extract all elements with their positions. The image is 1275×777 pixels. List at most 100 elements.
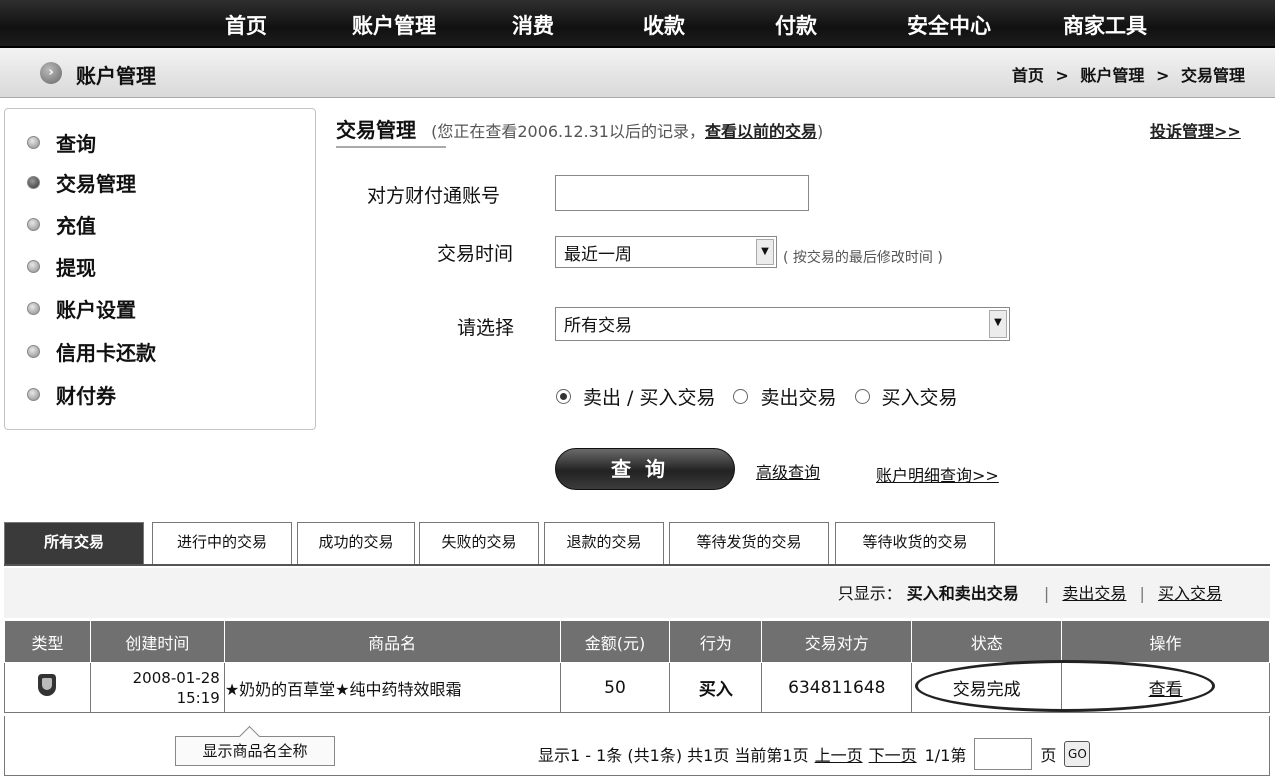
breadcrumb-sep: > bbox=[1055, 66, 1069, 85]
sidebar-item-label: 账户设置 bbox=[56, 297, 136, 322]
nav-pay[interactable]: 付款 bbox=[775, 10, 817, 40]
pagination: 显示1 - 1条 (共1条) 共1页 当前第1页 上一页 下一页 1/1第 页 … bbox=[538, 738, 1091, 770]
bullet-icon bbox=[27, 259, 40, 273]
sidebar-item-trade[interactable]: 交易管理 bbox=[27, 167, 136, 197]
filter-current: 买入和卖出交易 bbox=[906, 584, 1019, 603]
nav-security[interactable]: 安全中心 bbox=[907, 10, 991, 40]
time-select-value: 最近一周 bbox=[564, 245, 632, 265]
radio-label: 卖出交易 bbox=[760, 387, 837, 409]
breadcrumb-home[interactable]: 首页 bbox=[1012, 66, 1044, 85]
complaint-link[interactable]: 投诉管理>> bbox=[1150, 118, 1241, 142]
pager-position: 1/1第 bbox=[924, 746, 967, 765]
time-select[interactable]: 最近一周 ▼ bbox=[555, 236, 777, 268]
table-row: 2008-01-28 15:19 ★奶奶的百草堂★纯中药特效眼霜 50 买入 63… bbox=[4, 662, 1270, 713]
shield-icon bbox=[38, 674, 57, 696]
radio-both[interactable]: 卖出 / 买入交易 bbox=[556, 383, 715, 410]
sidebar-item-label: 提现 bbox=[56, 255, 96, 280]
title-underline bbox=[336, 146, 446, 148]
filter-sell-link[interactable]: 卖出交易 bbox=[1062, 584, 1126, 603]
time-label: 交易时间 bbox=[437, 243, 514, 265]
sidebar-item-query[interactable]: 查询 bbox=[27, 127, 96, 157]
panel-title: 交易管理 bbox=[336, 118, 416, 142]
filter-options: 只显示： 买入和卖出交易 | 卖出交易 | 买入交易 bbox=[838, 580, 1222, 604]
account-detail-link[interactable]: 账户明细查询>> bbox=[876, 462, 999, 486]
bullet-icon bbox=[27, 175, 40, 189]
action-cell: 买入 bbox=[669, 662, 763, 713]
sidebar-item-withdraw[interactable]: 提现 bbox=[27, 251, 96, 281]
page-title: 账户管理 bbox=[76, 64, 156, 88]
radio-buy[interactable]: 买入交易 bbox=[854, 383, 958, 410]
tab-await-receive[interactable]: 等待收货的交易 bbox=[835, 522, 995, 564]
sidebar-item-credit[interactable]: 信用卡还款 bbox=[27, 336, 156, 366]
created-cell: 2008-01-28 15:19 bbox=[89, 662, 225, 713]
sidebar-item-label: 充值 bbox=[56, 213, 96, 238]
sidebar-item-settings[interactable]: 账户设置 bbox=[27, 293, 136, 323]
account-label: 对方财付通账号 bbox=[367, 185, 501, 207]
view-link[interactable]: 查看 bbox=[1149, 680, 1183, 700]
radio-icon bbox=[556, 389, 571, 404]
filter-sep: | bbox=[1043, 584, 1050, 603]
radio-label: 卖出 / 买入交易 bbox=[583, 387, 716, 409]
nav-account[interactable]: 账户管理 bbox=[352, 10, 436, 40]
show-full-name-tooltip[interactable]: 显示商品名全称 bbox=[175, 736, 335, 766]
tab-refund[interactable]: 退款的交易 bbox=[544, 522, 664, 564]
pager-summary: 显示1 - 1条 (共1条) 共1页 当前第1页 bbox=[538, 746, 809, 765]
status-cell: 交易完成 bbox=[911, 662, 1063, 713]
sidebar-item-recharge[interactable]: 充值 bbox=[27, 209, 96, 239]
tab-success[interactable]: 成功的交易 bbox=[297, 522, 415, 564]
title-bar: › 账户管理 首页 > 账户管理 > 交易管理 bbox=[0, 48, 1275, 98]
chevron-down-icon: ▼ bbox=[989, 310, 1007, 338]
go-button[interactable]: GO bbox=[1064, 741, 1091, 767]
advanced-query-link[interactable]: 高级查询 bbox=[756, 459, 820, 483]
trade-tabs: 所有交易 进行中的交易 成功的交易 失败的交易 退款的交易 等待发货的交易 等待… bbox=[4, 520, 1270, 566]
col-amount: 金额(元) bbox=[559, 620, 671, 663]
note-text: (您正在查看2006.12.31以后的记录， bbox=[431, 122, 705, 141]
sidebar-item-coupon[interactable]: 财付券 bbox=[27, 379, 116, 409]
col-party: 交易对方 bbox=[761, 620, 913, 663]
chevron-down-icon: ▼ bbox=[756, 239, 774, 265]
next-page-link[interactable]: 下一页 bbox=[869, 742, 917, 766]
nav-receive[interactable]: 收款 bbox=[643, 10, 685, 40]
bullet-icon bbox=[27, 387, 40, 401]
page-suffix: 页 bbox=[1040, 746, 1057, 765]
nav-merchant[interactable]: 商家工具 bbox=[1063, 10, 1147, 40]
nav-home[interactable]: 首页 bbox=[225, 10, 267, 40]
type-select[interactable]: 所有交易 ▼ bbox=[555, 307, 1010, 341]
bullet-icon bbox=[27, 344, 40, 358]
tab-in-progress[interactable]: 进行中的交易 bbox=[152, 522, 292, 564]
radio-sell[interactable]: 卖出交易 bbox=[733, 383, 837, 410]
tab-failed[interactable]: 失败的交易 bbox=[419, 522, 539, 564]
breadcrumb-account[interactable]: 账户管理 bbox=[1080, 66, 1144, 85]
col-product: 商品名 bbox=[223, 620, 561, 663]
query-button[interactable]: 查询 bbox=[555, 448, 735, 490]
bullet-icon bbox=[27, 135, 40, 149]
tab-await-ship[interactable]: 等待发货的交易 bbox=[669, 522, 829, 564]
radio-icon bbox=[733, 389, 749, 404]
page-number-input[interactable] bbox=[974, 738, 1033, 770]
type-select-value: 所有交易 bbox=[564, 316, 632, 336]
breadcrumb-current: 交易管理 bbox=[1180, 66, 1245, 85]
radio-label: 买入交易 bbox=[881, 387, 958, 409]
account-input[interactable] bbox=[555, 175, 809, 211]
table-header: 类型 创建时间 商品名 金额(元) 行为 交易对方 状态 操作 bbox=[4, 620, 1270, 663]
col-type: 类型 bbox=[4, 620, 91, 663]
trade-table: 类型 创建时间 商品名 金额(元) 行为 交易对方 状态 操作 2008-01-… bbox=[4, 620, 1270, 713]
col-created: 创建时间 bbox=[89, 620, 225, 663]
sidebar-item-label: 财付券 bbox=[56, 383, 116, 408]
nav-consume[interactable]: 消费 bbox=[512, 10, 554, 40]
created-time: 15:19 bbox=[176, 688, 220, 707]
sidebar-item-label: 交易管理 bbox=[56, 171, 136, 196]
radio-icon bbox=[854, 389, 870, 404]
time-hint: ( 按交易的最后修改时间 ) bbox=[783, 250, 943, 266]
product-cell[interactable]: ★奶奶的百草堂★纯中药特效眼霜 bbox=[223, 662, 561, 713]
bullet-icon bbox=[27, 301, 40, 315]
prev-page-link[interactable]: 上一页 bbox=[815, 742, 863, 766]
filter-sep: | bbox=[1139, 584, 1145, 603]
panel-note: (您正在查看2006.12.31以后的记录，查看以前的交易) bbox=[431, 122, 823, 141]
history-link[interactable]: 查看以前的交易 bbox=[705, 122, 817, 141]
tab-all[interactable]: 所有交易 bbox=[4, 522, 144, 564]
panel-header: 交易管理 (您正在查看2006.12.31以后的记录，查看以前的交易) bbox=[336, 114, 823, 143]
filter-buy-link[interactable]: 买入交易 bbox=[1158, 584, 1222, 603]
breadcrumb-sep: > bbox=[1156, 66, 1170, 85]
party-cell: 634811648 bbox=[761, 662, 913, 713]
